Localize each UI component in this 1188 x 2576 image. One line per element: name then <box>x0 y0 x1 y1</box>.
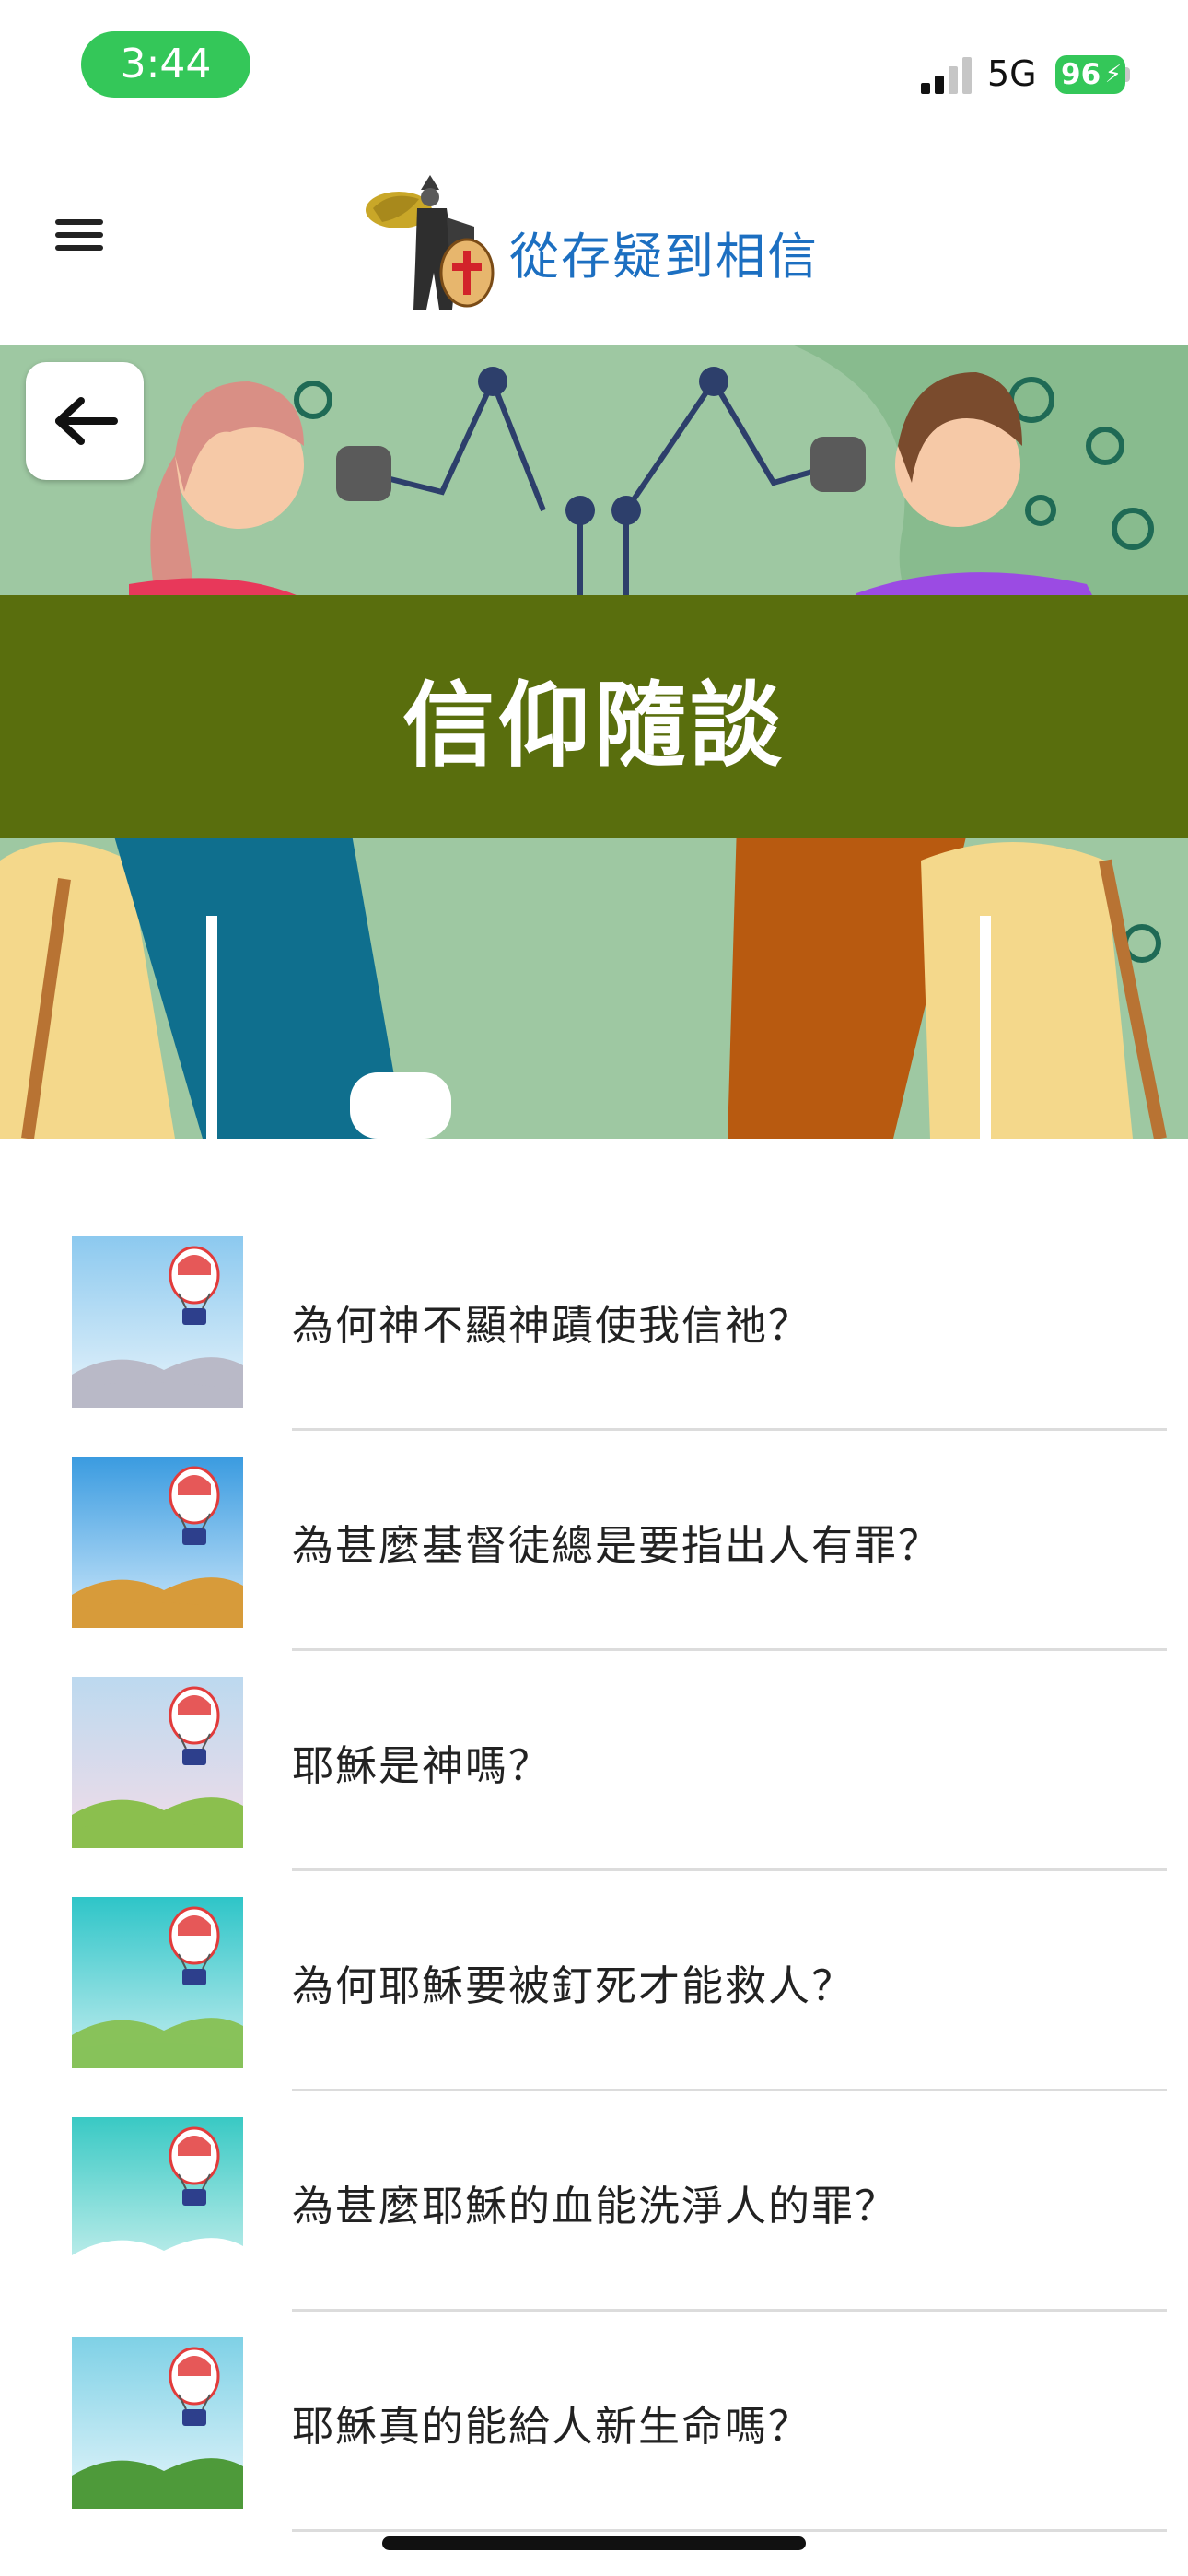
hot-air-balloon-thumbnail-icon <box>72 1897 243 2068</box>
status-bar: 3:44 5G 96 ⚡ <box>0 0 1188 138</box>
hot-air-balloon-thumbnail-icon <box>72 2337 243 2509</box>
network-type: 5G <box>987 53 1037 94</box>
divider <box>292 2089 1167 2091</box>
article-title[interactable]: 為甚麼耶穌的血能洗淨人的罪？ <box>292 2172 898 2232</box>
divider <box>292 2529 1167 2532</box>
divider <box>292 2309 1167 2312</box>
hot-air-balloon-thumbnail-icon <box>72 1457 243 1628</box>
signal-strength-icon <box>921 57 972 94</box>
divider <box>292 1428 1167 1431</box>
article-thumbnail[interactable] <box>72 1897 243 2068</box>
list-item[interactable]: 耶穌是神嗎？ <box>0 1657 1188 1877</box>
article-title[interactable]: 為何神不顯神蹟使我信祂？ <box>292 1292 811 1352</box>
list-item[interactable]: 為甚麼基督徒總是要指出人有罪？ <box>0 1436 1188 1657</box>
article-title[interactable]: 耶穌真的能給人新生命嗎？ <box>292 2393 811 2453</box>
divider <box>292 1868 1167 1871</box>
article-title[interactable]: 為何耶穌要被釘死才能救人？ <box>292 1952 855 2012</box>
page-title: 信仰隨談 <box>402 671 786 779</box>
battery-level: 96 <box>1061 58 1101 91</box>
article-thumbnail[interactable] <box>72 1236 243 1408</box>
article-title[interactable]: 耶穌是神嗎？ <box>292 1732 552 1792</box>
back-button[interactable] <box>26 362 144 480</box>
site-title[interactable]: 從存疑到相信 <box>509 216 819 288</box>
hot-air-balloon-thumbnail-icon <box>72 2117 243 2289</box>
list-item[interactable]: 為甚麼耶穌的血能洗淨人的罪？ <box>0 2097 1188 2317</box>
home-indicator[interactable] <box>382 2536 806 2550</box>
list-item[interactable]: 為何耶穌要被釘死才能救人？ <box>0 1877 1188 2097</box>
article-thumbnail[interactable] <box>72 2117 243 2289</box>
status-time: 3:44 <box>81 31 250 98</box>
list-item[interactable]: 為何神不顯神蹟使我信祂？ <box>0 1216 1188 1436</box>
hero-title-banner: 信仰隨談 <box>0 595 1188 838</box>
hamburger-menu-icon[interactable] <box>48 212 111 275</box>
hot-air-balloon-thumbnail-icon <box>72 1236 243 1408</box>
app-header: 從存疑到相信 <box>0 138 1188 345</box>
article-thumbnail[interactable] <box>72 2337 243 2509</box>
arrow-left-icon <box>55 397 118 445</box>
article-thumbnail[interactable] <box>72 1677 243 1848</box>
article-title[interactable]: 為甚麼基督徒總是要指出人有罪？ <box>292 1512 941 1572</box>
battery-cap <box>1125 67 1130 82</box>
divider <box>292 1648 1167 1651</box>
knight-logo-icon[interactable] <box>364 171 502 315</box>
article-thumbnail[interactable] <box>72 1457 243 1628</box>
charging-bolt-icon: ⚡ <box>1104 61 1122 88</box>
list-item[interactable]: 耶穌真的能給人新生命嗎？ <box>0 2317 1188 2537</box>
hot-air-balloon-thumbnail-icon <box>72 1677 243 1848</box>
article-list: 為何神不顯神蹟使我信祂？ 為甚麼基督徒總是要指出人有罪？ 耶穌是神嗎？ 為何耶穌要被釘… <box>0 1216 1188 2537</box>
battery-icon: 96 ⚡ <box>1055 55 1125 94</box>
